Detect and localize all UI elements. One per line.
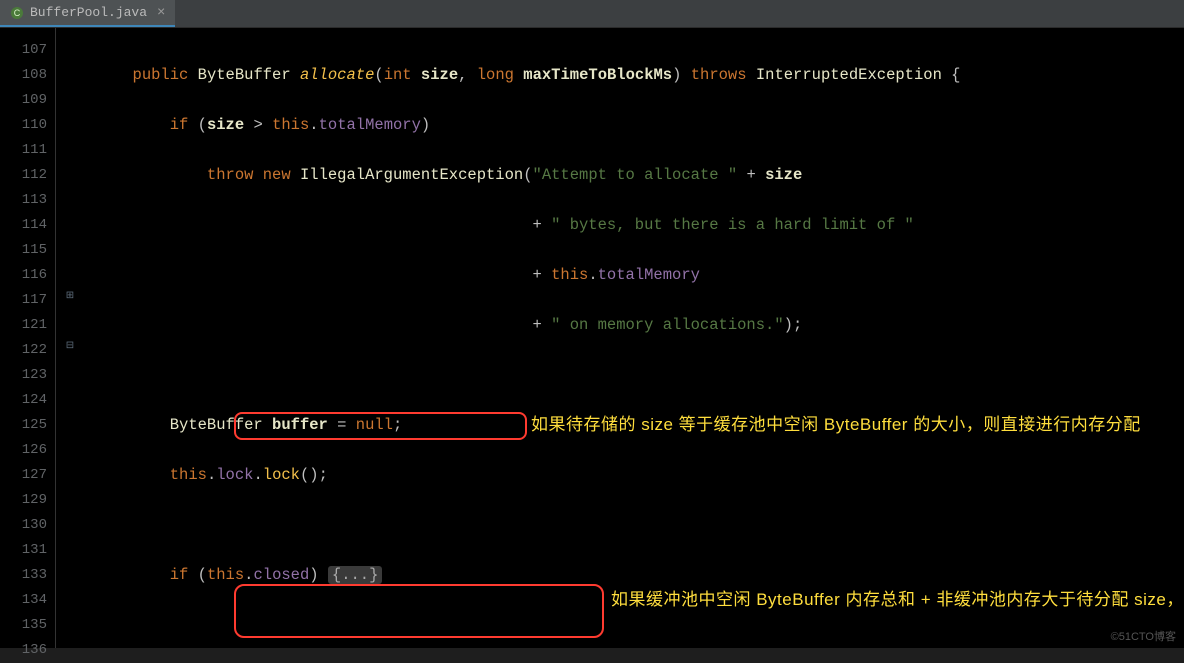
line-number: 127 xyxy=(0,463,47,488)
close-icon[interactable]: × xyxy=(157,5,165,21)
file-tab-bufferpool[interactable]: C BufferPool.java × xyxy=(0,0,175,27)
line-number: 121 xyxy=(0,313,47,338)
line-number: 110 xyxy=(0,113,47,138)
line-number: 131 xyxy=(0,538,47,563)
line-number: 135 xyxy=(0,613,47,638)
tab-bar: C BufferPool.java × xyxy=(0,0,1184,28)
line-number: 107 xyxy=(0,38,47,63)
line-number: 116 xyxy=(0,263,47,288)
line-number: 115 xyxy=(0,238,47,263)
line-number: 114 xyxy=(0,213,47,238)
java-class-icon: C xyxy=(10,6,24,20)
line-number: 112 xyxy=(0,163,47,188)
line-number: 125 xyxy=(0,413,47,438)
svg-text:C: C xyxy=(14,8,21,18)
line-number: 129 xyxy=(0,488,47,513)
line-number: 136 xyxy=(0,638,47,663)
line-number: 123 xyxy=(0,363,47,388)
fold-column: ⊞ ⊟ xyxy=(56,28,86,648)
editor-area: 107 108 109 110 111 112 113 114 115 116 … xyxy=(0,28,1184,648)
line-number: 111 xyxy=(0,138,47,163)
line-number-gutter: 107 108 109 110 111 112 113 114 115 116 … xyxy=(0,28,56,648)
annotation-text: 如果缓冲池中空闲 ByteBuffer 内存总和 + 非缓冲池内存大于待分配 s… xyxy=(611,589,1184,611)
line-number: 126 xyxy=(0,438,47,463)
line-number: 130 xyxy=(0,513,47,538)
line-number: 108 xyxy=(0,63,47,88)
line-number: 133 xyxy=(0,563,47,588)
line-number: 134 xyxy=(0,588,47,613)
line-number: 124 xyxy=(0,388,47,413)
fold-collapse-icon[interactable]: ⊟ xyxy=(62,338,78,354)
folded-block[interactable]: {...} xyxy=(328,566,383,584)
line-number: 109 xyxy=(0,88,47,113)
tab-filename: BufferPool.java xyxy=(30,5,147,20)
line-number: 122 xyxy=(0,338,47,363)
code-content[interactable]: public ByteBuffer allocate(int size, lon… xyxy=(86,28,1184,648)
fold-expand-icon[interactable]: ⊞ xyxy=(62,288,78,304)
watermark: ©51CTO博客 xyxy=(1111,628,1176,644)
line-number: 117 xyxy=(0,288,47,313)
line-number: 113 xyxy=(0,188,47,213)
annotation-text: 如果待存储的 size 等于缓存池中空闲 ByteBuffer 的大小，则直接进… xyxy=(531,414,1171,436)
